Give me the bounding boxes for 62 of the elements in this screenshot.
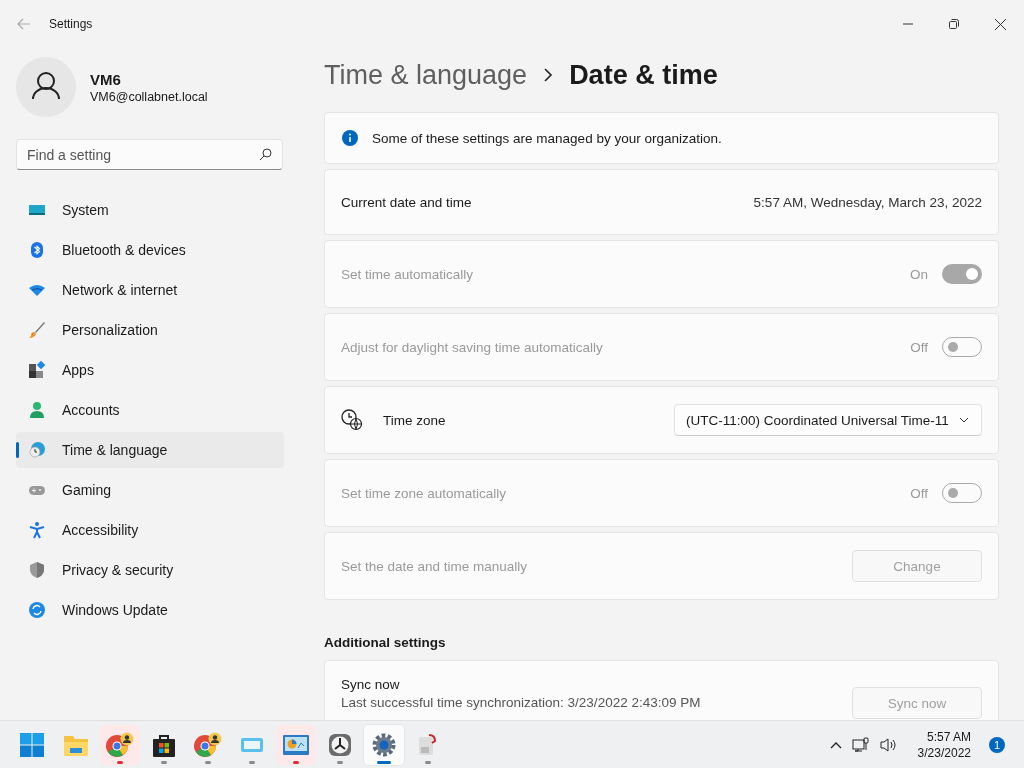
timezone-dropdown[interactable]: (UTC-11:00) Coordinated Universal Time-11 [674,404,982,436]
person-icon [28,401,46,419]
update-icon [28,601,46,619]
chevron-icon [543,68,554,82]
sidebar-item[interactable]: Windows Update [16,592,284,628]
volume-icon[interactable] [879,736,898,753]
toggle-state: Off [910,485,928,501]
page-title: Date & time [569,59,718,91]
sidebar-item[interactable]: Network & internet [16,272,284,308]
toggle-state: On [910,266,928,282]
app-icon [417,732,439,757]
folder-icon [64,733,88,756]
brush-icon [28,321,46,339]
user-name: VM6 [90,70,122,88]
browser-profile-icon [194,731,222,758]
breadcrumb-link[interactable]: Time & language [324,59,528,91]
sidebar-item[interactable]: Apps [16,352,284,388]
sidebar-item[interactable]: Privacy & security [16,552,284,588]
dashboard-icon [283,733,309,756]
search-field[interactable]: Find a setting [16,139,283,170]
network-icon[interactable] [851,736,870,753]
close-icon[interactable] [995,18,1006,30]
window-title: Settings [49,17,93,31]
sidebar-item[interactable]: Time & language [16,432,284,468]
toggle-state: Off [910,339,928,355]
setting-label: Set time automatically [341,266,475,282]
clock-icon [328,732,352,757]
bluetooth-icon [28,241,46,259]
store-bag-icon [152,732,176,757]
notification-badge[interactable]: 1 [989,736,1005,753]
settings-icon [372,732,396,757]
search-icon [259,148,272,161]
sidebar-item[interactable]: Gaming [16,472,284,508]
setting-label: Set the date and time manually [341,558,529,574]
chevron-up-icon[interactable] [829,740,842,749]
avatar-icon [16,57,76,117]
accessibility-icon [28,521,46,539]
setting-label: Sync now [341,677,401,692]
apps-icon [28,361,46,379]
setting-label: Adjust for daylight saving time automatically [341,339,604,355]
section-heading: Additional settings [324,635,447,650]
clock-globe-icon [341,409,363,431]
info-text: Some of these settings are managed by your organization. [372,130,722,146]
setting-label: Current date and time [341,194,473,210]
sidebar-item[interactable]: Accounts [16,392,284,428]
setting-value: 5:57 AM, Wednesday, March 23, 2022 [753,194,982,210]
windows-logo-icon [20,732,44,757]
info-icon [342,130,358,146]
sidebar-item[interactable]: Personalization [16,312,284,348]
sidebar-item[interactable]: Bluetooth & devices [16,232,284,268]
taskbar-clock[interactable]: 5:57 AM 3/23/2022 [917,728,971,761]
shield-icon [28,561,46,579]
sidebar-item[interactable]: System [16,192,284,228]
user-email: VM6@collabnet.local [90,89,208,104]
sync-detail: Last successful time synchronization: 3/23/2022 2:43:09 PM [341,695,701,710]
setting-label: Set time zone automatically [341,485,508,501]
setting-label: Time zone [383,412,447,428]
globe-clock-icon [28,441,46,459]
maximize-icon[interactable] [949,19,959,29]
sidebar-item[interactable]: Accessibility [16,512,284,548]
browser-profile-icon [106,731,134,758]
caret-icon [959,417,969,423]
